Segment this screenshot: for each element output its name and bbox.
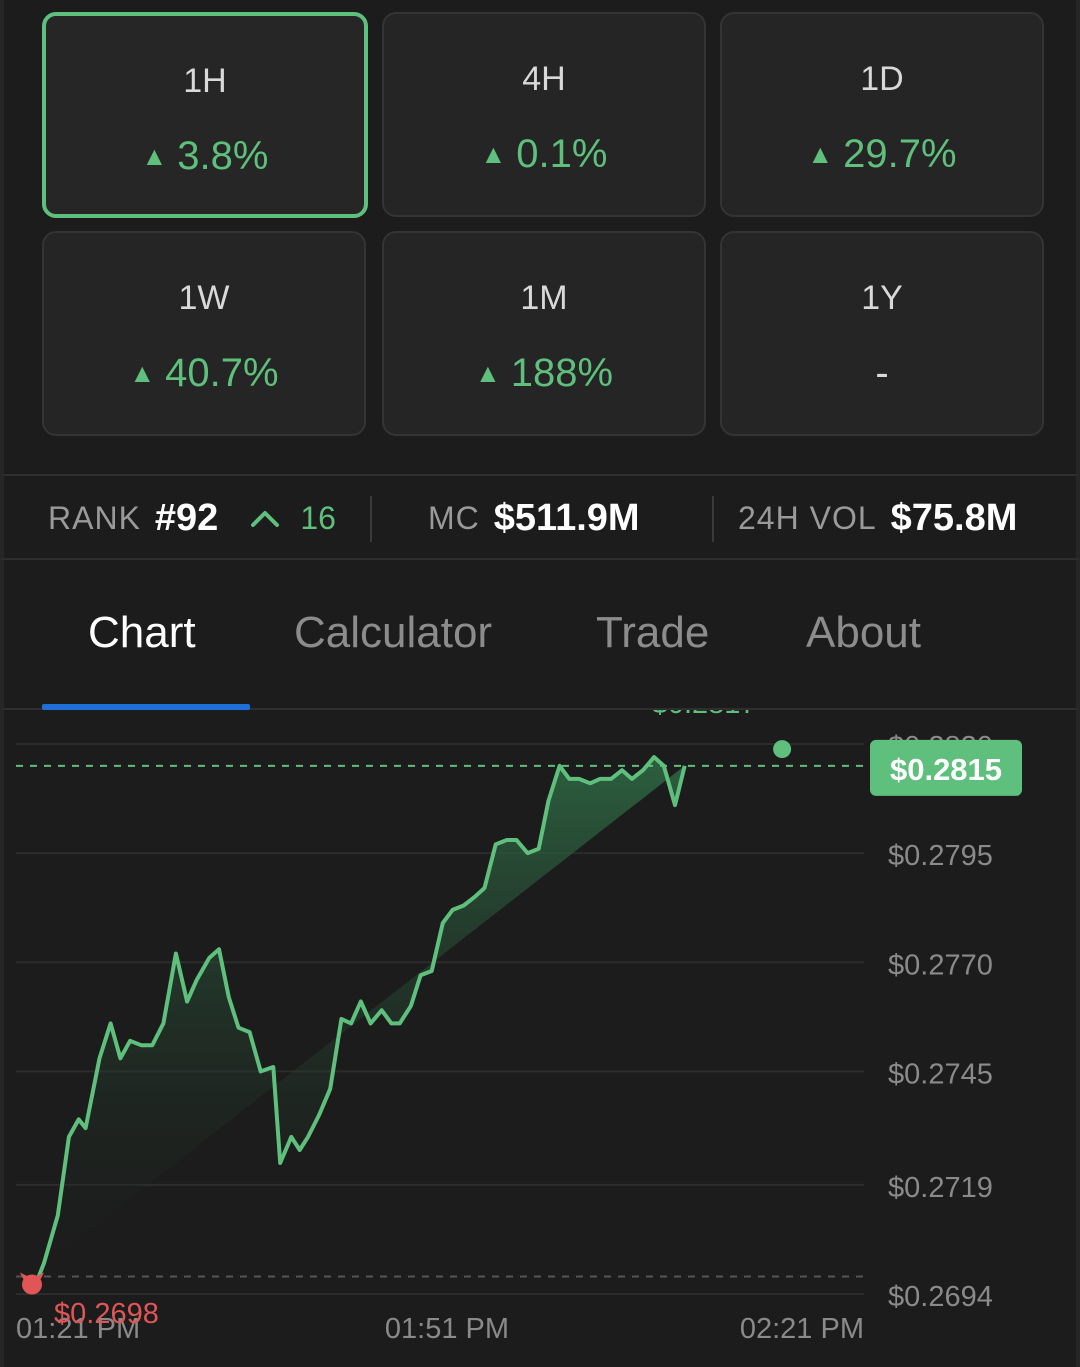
y-tick-label: $0.2694 <box>888 1281 993 1313</box>
timeframe-label: 1M <box>520 279 568 317</box>
stats-bar: RANK #92 16 MC $511.9M 24H VOL $75.8M <box>0 474 1080 560</box>
timeframe-change: ▲ 188% <box>384 351 704 396</box>
triangle-up-icon: ▲ <box>129 358 156 388</box>
x-tick-label: 02:21 PM <box>740 1313 864 1345</box>
timeframe-change-value: 3.8% <box>177 134 269 178</box>
timeframe-1h[interactable]: 1H ▲ 3.8% <box>42 12 368 218</box>
timeframe-1d[interactable]: 1D ▲ 29.7% <box>720 12 1044 217</box>
triangle-up-icon: ▲ <box>807 139 834 169</box>
y-tick-label: $0.2770 <box>888 949 993 981</box>
rank-change: 16 <box>250 500 336 537</box>
rank-change-value: 16 <box>300 499 336 536</box>
timeframe-change-value: - <box>875 351 889 395</box>
timeframe-4h[interactable]: 4H ▲ 0.1% <box>382 12 706 217</box>
timeframe-label: 1D <box>860 60 904 98</box>
price-chart[interactable]: $0.2820$0.2795$0.2770$0.2745$0.2719$0.26… <box>0 710 1080 1367</box>
mc-value: $511.9M <box>493 496 640 539</box>
timeframe-change: ▲ 40.7% <box>44 351 364 396</box>
price-chart-svg[interactable]: $0.2820$0.2795$0.2770$0.2745$0.2719$0.26… <box>4 710 1076 1367</box>
vol-label: 24H VOL <box>738 499 877 536</box>
low-price-label: $0.2698 <box>54 1298 159 1330</box>
price-area <box>30 757 685 1281</box>
timeframe-change-value: 0.1% <box>516 132 608 176</box>
triangle-up-icon: ▲ <box>480 139 507 169</box>
rank-label: RANK <box>48 499 141 536</box>
timeframe-change-value: 29.7% <box>843 132 957 176</box>
current-price-label: $0.2815 <box>890 752 1002 787</box>
y-tick-label: $0.2745 <box>888 1058 993 1090</box>
timeframe-change: ▲ 29.7% <box>722 132 1042 177</box>
volume-stat: 24H VOL $75.8M <box>738 476 1017 560</box>
timeframe-change-value: 188% <box>510 351 614 395</box>
high-marker <box>773 740 792 759</box>
tab-about[interactable]: About <box>806 608 921 658</box>
timeframe-change: - <box>722 351 1042 396</box>
tab-calculator[interactable]: Calculator <box>294 608 492 658</box>
y-tick-label: $0.2795 <box>888 840 993 872</box>
timeframe-label: 1H <box>183 62 227 100</box>
timeframe-label: 4H <box>522 60 566 98</box>
timeframe-change-value: 40.7% <box>165 351 279 395</box>
timeframe-label: 1W <box>178 279 230 317</box>
y-tick-label: $0.2719 <box>888 1172 993 1204</box>
high-price-label: $0.2817 <box>652 710 757 720</box>
chevron-up-icon <box>251 511 280 527</box>
timeframe-label: 1Y <box>861 279 903 317</box>
mc-label: MC <box>428 499 480 536</box>
tab-chart[interactable]: Chart <box>88 608 196 658</box>
rank-stat: RANK #92 16 <box>48 476 336 560</box>
triangle-up-icon: ▲ <box>474 358 501 388</box>
divider <box>712 496 714 542</box>
timeframe-1w[interactable]: 1W ▲ 40.7% <box>42 231 366 436</box>
tab-trade[interactable]: Trade <box>596 608 709 658</box>
timeframe-1m[interactable]: 1M ▲ 188% <box>382 231 706 436</box>
rank-value: #92 <box>154 496 219 539</box>
divider <box>370 496 372 542</box>
timeframe-selector: 1H ▲ 3.8% 4H ▲ 0.1% 1D ▲ 29.7% 1W ▲ 40.7% 1M… <box>0 0 1080 474</box>
triangle-up-icon: ▲ <box>141 141 168 171</box>
market-cap-stat: MC $511.9M <box>428 476 640 560</box>
x-tick-label: 01:51 PM <box>385 1313 509 1345</box>
timeframe-change: ▲ 0.1% <box>384 132 704 177</box>
tab-bar: Chart Calculator Trade About <box>0 560 1080 710</box>
vol-value: $75.8M <box>890 496 1018 539</box>
timeframe-change: ▲ 3.8% <box>46 134 364 179</box>
timeframe-1y[interactable]: 1Y - <box>720 231 1044 436</box>
